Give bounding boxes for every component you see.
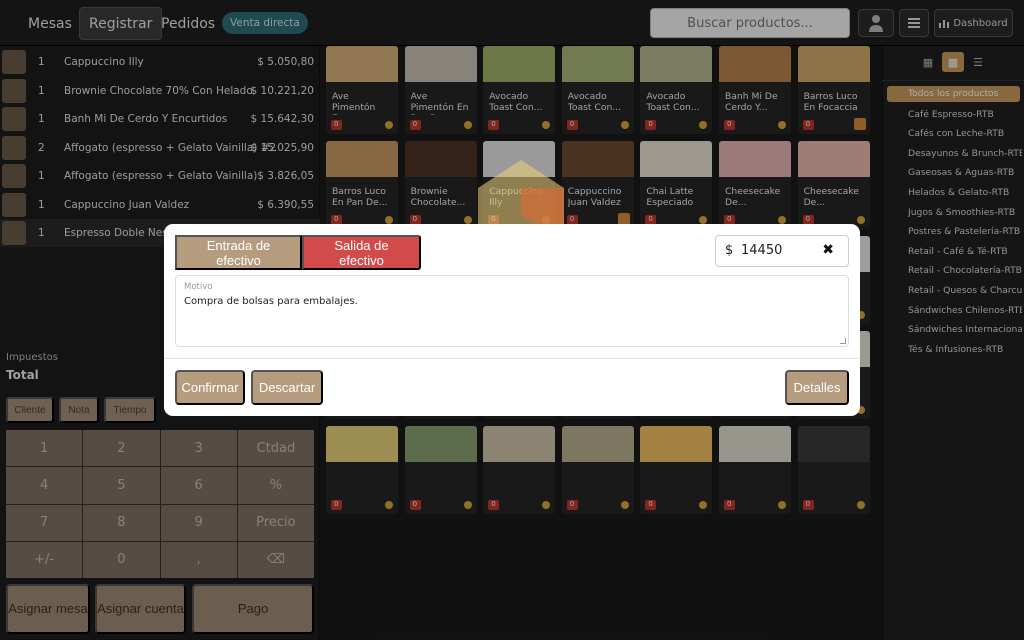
reason-field[interactable]: Motivo Compra de bolsas para embalajes.: [175, 275, 849, 347]
resize-handle-icon[interactable]: [840, 338, 846, 344]
clear-amount-icon[interactable]: ✖: [822, 242, 834, 258]
reason-label: Motivo: [184, 282, 213, 292]
cash-movement-dialog: Entrada de efectivo Salida de efectivo $…: [164, 224, 860, 416]
amount-field[interactable]: $ 14450 ✖: [715, 235, 849, 267]
discard-button[interactable]: Descartar: [251, 370, 323, 405]
amount-value: 14450: [741, 243, 783, 258]
currency-symbol: $: [725, 243, 734, 258]
details-button[interactable]: Detalles: [785, 370, 849, 405]
cash-in-button[interactable]: Entrada de efectivo: [175, 235, 302, 270]
cash-out-button[interactable]: Salida de efectivo: [302, 235, 421, 270]
dialog-divider: [164, 358, 860, 359]
confirm-button[interactable]: Confirmar: [175, 370, 245, 405]
reason-text: Compra de bolsas para embalajes.: [184, 296, 358, 307]
